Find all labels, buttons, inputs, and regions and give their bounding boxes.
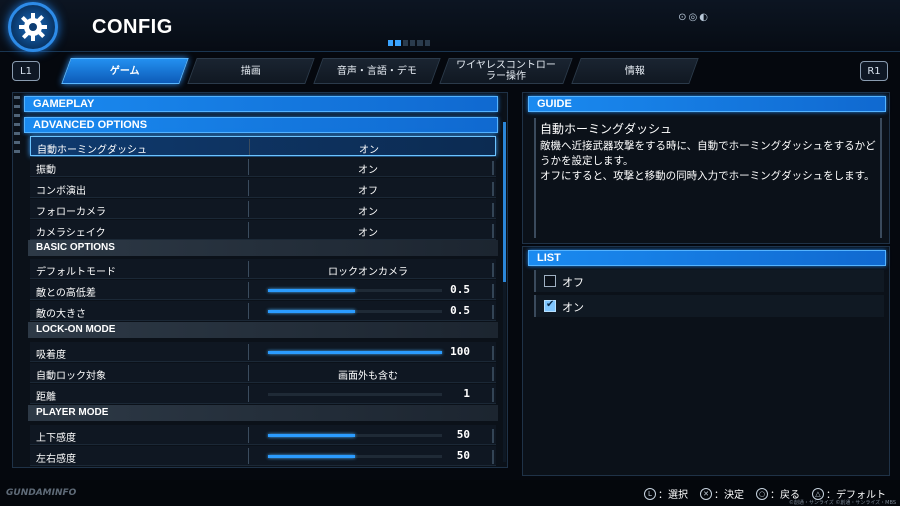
slider-fill [268, 310, 355, 313]
header-progress-decoration [388, 40, 430, 46]
slider-fill [268, 455, 355, 458]
setting-label: 自動ロック対象 [36, 371, 106, 382]
panel-rail-decoration [14, 96, 20, 159]
group-lockon-mode: LOCK-ON MODE [28, 322, 498, 338]
slider-value: 0.5 [450, 304, 470, 317]
setting-value: オン [358, 228, 378, 239]
tab-bar: L1 ゲーム 描画 音声・言語・デモ ワイヤレスコントローラー操作 情報 R1 [8, 56, 892, 86]
slider-fill [268, 351, 442, 354]
guide-heading: 自動ホーミングダッシュ [540, 122, 673, 136]
setting-row-adhesion[interactable]: 吸着度 100 [30, 342, 496, 362]
setting-row-vertical-sensitivity[interactable]: 上下感度 50 [30, 425, 496, 445]
config-gear-icon [8, 2, 58, 52]
setting-label: 自動ホーミングダッシュ [37, 145, 147, 156]
checkbox-checked[interactable] [544, 299, 556, 312]
setting-row-vibration[interactable]: 振動 オン [30, 157, 496, 177]
tab-game[interactable]: ゲーム [61, 58, 189, 84]
setting-row-height-diff[interactable]: 敵との高低差 0.5 [30, 280, 496, 300]
setting-row-horizontal-sensitivity[interactable]: 左右感度 50 [30, 446, 496, 466]
setting-row-default-mode[interactable]: デフォルトモード ロックオンカメラ [30, 259, 496, 279]
setting-value: ロックオンカメラ [328, 267, 408, 278]
slider-value: 0.5 [450, 283, 470, 296]
setting-row-combo-effect[interactable]: コンボ演出 オフ [30, 178, 496, 198]
slider-value: 100 [450, 345, 470, 358]
tab-label: 音声・言語・デモ [337, 65, 417, 77]
slider-track[interactable] [268, 434, 442, 437]
header-bar: CONFIG ⊙◎◐ [0, 0, 900, 52]
setting-label: フォローカメラ [36, 207, 106, 218]
header-decoration: ⊙◎◐ [678, 12, 710, 23]
group-player-mode: PLAYER MODE [28, 405, 498, 421]
tab-controller[interactable]: ワイヤレスコントローラー操作 [439, 58, 573, 84]
list-header: LIST [528, 250, 886, 266]
r1-button[interactable]: R1 [860, 61, 888, 81]
list-option-label: オン [562, 301, 584, 314]
checkbox[interactable] [544, 275, 556, 287]
site-logo: GUNDAMINFO [6, 488, 77, 498]
slider-value: 50 [456, 428, 470, 441]
setting-row-distance[interactable]: 距離 1 [30, 384, 496, 404]
slider-track[interactable] [268, 455, 442, 458]
page-title: CONFIG [92, 16, 173, 38]
setting-row-follow-camera[interactable]: フォローカメラ オン [30, 199, 496, 219]
setting-value: オン [359, 145, 379, 156]
setting-label: 敵との高低差 [36, 288, 96, 299]
group-basic-options: BASIC OPTIONS [28, 240, 498, 256]
setting-value: オン [358, 207, 378, 218]
list-option-on[interactable]: オン [534, 295, 884, 317]
setting-label: 距離 [36, 392, 56, 403]
setting-value: オフ [358, 186, 378, 197]
slider-fill [268, 434, 355, 437]
slider-value: 1 [463, 387, 470, 400]
l1-button[interactable]: L1 [12, 61, 40, 81]
slider-track[interactable] [268, 393, 442, 396]
setting-value: 画面外も含む [338, 371, 398, 382]
tab-label: ゲーム [110, 65, 140, 77]
triangle-button-icon: △ [812, 487, 824, 500]
tab-info[interactable]: 情報 [571, 58, 699, 84]
setting-label: デフォルトモード [36, 267, 116, 278]
slider-track[interactable] [268, 289, 442, 292]
settings-scrollbar-thumb[interactable] [503, 122, 506, 282]
tab-label: 描画 [241, 65, 261, 77]
list-option-label: オフ [562, 276, 584, 289]
section-gameplay: GAMEPLAY [24, 96, 498, 112]
circle-button-icon: ○ [756, 487, 768, 500]
setting-label: 敵の大きさ [36, 309, 86, 320]
copyright: ©創通・サンライズ ©創通・サンライズ・MBS [788, 500, 896, 506]
setting-label: コンボ演出 [36, 186, 86, 197]
tab-audio-language[interactable]: 音声・言語・デモ [313, 58, 441, 84]
tab-graphics[interactable]: 描画 [187, 58, 315, 84]
group-advanced-options: ADVANCED OPTIONS [24, 117, 498, 133]
setting-row-auto-homing-dash[interactable]: 自動ホーミングダッシュ オン [30, 136, 496, 156]
setting-row-camera-shake[interactable]: カメラシェイク オン [30, 220, 496, 240]
tab-label: 情報 [625, 65, 645, 77]
setting-row-auto-lock-target[interactable]: 自動ロック対象 画面外も含む [30, 363, 496, 383]
guide-description: 敵機へ近接武器攻撃をする時に、自動でホーミングダッシュをするかどうかを設定します… [540, 140, 876, 182]
hint-confirm: ✕ ：決定 [700, 486, 744, 501]
setting-row-enemy-size[interactable]: 敵の大きさ 0.5 [30, 301, 496, 321]
list-option-off[interactable]: オフ [534, 270, 884, 292]
setting-value: オン [358, 165, 378, 176]
slider-track[interactable] [268, 351, 442, 354]
setting-label: 左右感度 [36, 454, 76, 465]
slider-track[interactable] [268, 310, 442, 313]
slider-fill [268, 289, 355, 292]
slider-value: 50 [456, 449, 470, 462]
hint-select: L ：選択 [644, 486, 688, 501]
setting-label: 吸着度 [36, 350, 66, 361]
left-stick-icon: L [644, 487, 656, 500]
setting-label: カメラシェイク [36, 228, 106, 239]
footer: GUNDAMINFO L ：選択 ✕ ：決定 ○ ：戻る △ ：デフォルト ©創… [0, 480, 900, 506]
setting-label: 振動 [36, 165, 56, 176]
cross-button-icon: ✕ [700, 487, 712, 500]
tab-label: ワイヤレスコントローラー操作 [456, 60, 556, 82]
guide-header: GUIDE [528, 96, 886, 112]
setting-label: 上下感度 [36, 433, 76, 444]
